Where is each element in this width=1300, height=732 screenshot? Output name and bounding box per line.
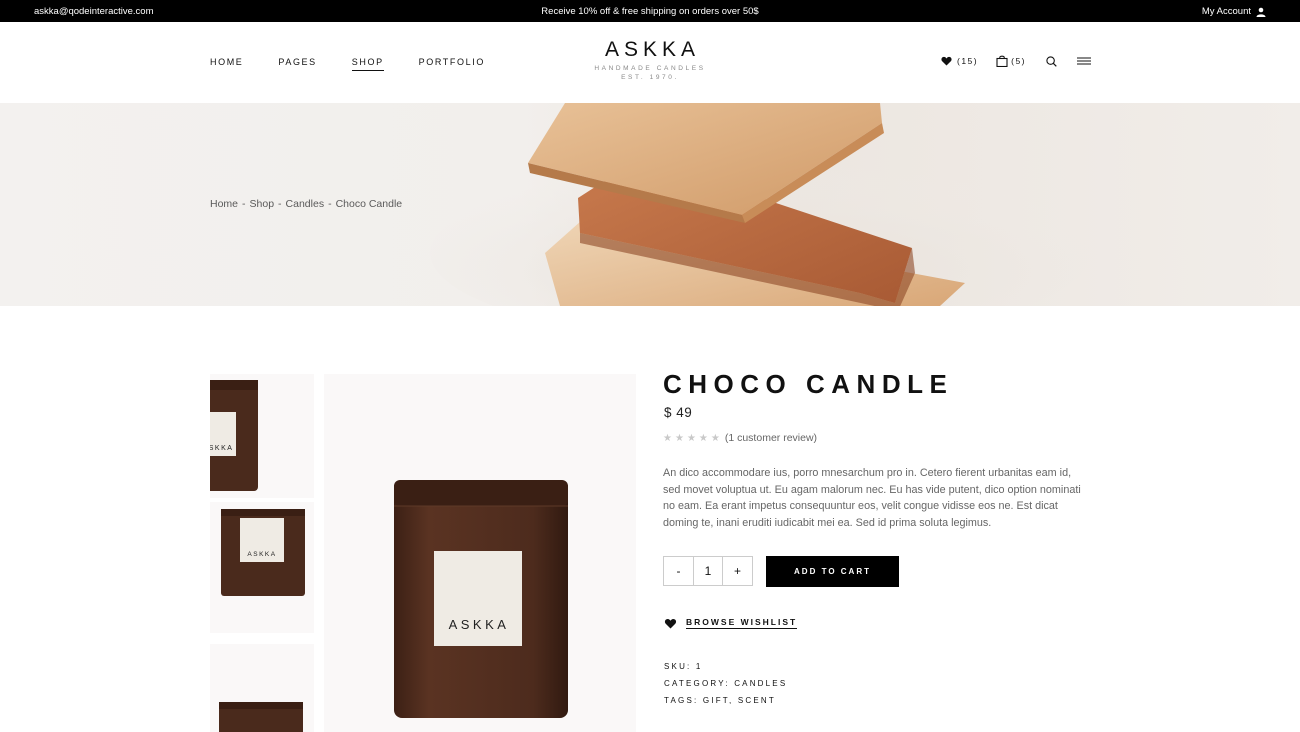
product-sku: SKU: 1 bbox=[664, 662, 703, 671]
customer-reviews-link[interactable]: (1 customer review) bbox=[725, 432, 817, 444]
soap-bars-image bbox=[430, 103, 1090, 306]
menu-button[interactable] bbox=[1077, 57, 1092, 65]
heart-icon bbox=[941, 56, 952, 66]
cart-count: (5) bbox=[1011, 56, 1027, 66]
tags-links[interactable]: GIFT, SCENT bbox=[703, 696, 776, 705]
user-icon bbox=[1256, 7, 1266, 17]
breadcrumb-separator: - bbox=[242, 198, 246, 210]
header-icons: (15) (5) bbox=[941, 55, 1092, 67]
quantity-stepper: - 1 + bbox=[663, 556, 753, 586]
star-icon: ★ bbox=[663, 432, 672, 444]
quantity-input[interactable]: 1 bbox=[694, 557, 723, 585]
star-icon: ★ bbox=[710, 432, 720, 444]
breadcrumb-current: Choco Candle bbox=[335, 198, 403, 210]
tags-label: TAGS: bbox=[664, 696, 699, 705]
jar-label-text: ASKKA bbox=[247, 551, 276, 558]
breadcrumb-separator: - bbox=[328, 198, 332, 210]
product-title: CHOCO CANDLE bbox=[663, 369, 954, 399]
product-price: $ 49 bbox=[664, 405, 693, 420]
star-icon: ★ bbox=[698, 432, 708, 444]
sku-value: 1 bbox=[695, 662, 703, 671]
product-thumbnail-1[interactable]: ASKKA bbox=[210, 374, 314, 498]
hamburger-menu-icon bbox=[1077, 57, 1092, 65]
wishlist-count: (15) bbox=[957, 56, 979, 66]
candle-jar-image: ASKKA bbox=[394, 480, 568, 718]
nav-shop[interactable]: SHOP bbox=[351, 57, 384, 71]
logo-tagline: HANDMADE CANDLES bbox=[594, 65, 706, 72]
browse-wishlist-label: BROWSE WISHLIST bbox=[686, 617, 798, 629]
shopping-bag-icon bbox=[996, 55, 1008, 67]
star-icon: ★ bbox=[674, 432, 684, 444]
category-label: CATEGORY: bbox=[664, 679, 730, 688]
quantity-increase-button[interactable]: + bbox=[723, 557, 752, 585]
product-description: An dico accommodare ius, porro mnesarchu… bbox=[663, 467, 1081, 529]
breadcrumb: Home - Shop - Candles - Choco Candle bbox=[210, 198, 402, 210]
cart-link[interactable]: (5) bbox=[996, 55, 1026, 67]
candle-jar-image: ASKKA bbox=[210, 380, 258, 491]
browse-wishlist-link[interactable]: BROWSE WISHLIST bbox=[664, 617, 798, 629]
top-bar: askka@qodeinteractive.com Receive 10% of… bbox=[0, 0, 1300, 22]
sku-label: SKU: bbox=[664, 662, 692, 671]
jar-label-text: ASKKA bbox=[210, 445, 233, 452]
category-link[interactable]: CANDLES bbox=[734, 679, 787, 688]
page-hero-banner: Home - Shop - Candles - Choco Candle bbox=[0, 103, 1300, 306]
add-to-cart-button[interactable]: ADD TO CART bbox=[766, 556, 899, 587]
product-rating: ★ ★ ★ ★ ★ (1 customer review) bbox=[663, 432, 817, 444]
nav-portfolio[interactable]: PORTFOLIO bbox=[419, 57, 485, 71]
site-logo[interactable]: ASKKA HANDMADE CANDLES EST. 1970. bbox=[550, 38, 750, 81]
search-icon bbox=[1046, 55, 1057, 67]
breadcrumb-candles[interactable]: Candles bbox=[286, 198, 325, 210]
nav-pages[interactable]: PAGES bbox=[278, 57, 316, 71]
my-account-label: My Account bbox=[1201, 6, 1251, 17]
my-account-link[interactable]: My Account bbox=[1202, 6, 1266, 17]
jar-label-text: ASKKA bbox=[449, 617, 510, 632]
logo-est: EST. 1970. bbox=[621, 74, 679, 81]
wishlist-link[interactable]: (15) bbox=[941, 56, 978, 66]
nav-home[interactable]: HOME bbox=[210, 57, 243, 71]
search-button[interactable] bbox=[1046, 55, 1057, 67]
candle-jar-image bbox=[219, 702, 303, 732]
rating-stars: ★ ★ ★ ★ ★ bbox=[663, 433, 720, 444]
breadcrumb-home[interactable]: Home bbox=[210, 198, 238, 210]
product-tags: TAGS: GIFT, SCENT bbox=[664, 696, 776, 705]
main-nav: HOME PAGES SHOP PORTFOLIO bbox=[210, 57, 520, 71]
product-category: CATEGORY: CANDLES bbox=[664, 679, 787, 688]
heart-icon bbox=[664, 618, 677, 628]
quantity-decrease-button[interactable]: - bbox=[664, 557, 694, 585]
breadcrumb-separator: - bbox=[278, 198, 282, 210]
product-thumbnail-2[interactable]: ASKKA bbox=[210, 502, 314, 633]
star-icon: ★ bbox=[686, 432, 696, 444]
logo-name: ASKKA bbox=[604, 38, 701, 61]
site-header: HOME PAGES SHOP PORTFOLIO ASKKA HANDMADE… bbox=[0, 22, 1300, 103]
promo-banner-text: Receive 10% off & free shipping on order… bbox=[541, 6, 759, 17]
product-thumbnail-3[interactable] bbox=[210, 644, 314, 732]
candle-jar-image: ASKKA bbox=[221, 509, 305, 596]
breadcrumb-shop[interactable]: Shop bbox=[250, 198, 275, 210]
product-main-image[interactable]: ASKKA bbox=[324, 374, 636, 732]
